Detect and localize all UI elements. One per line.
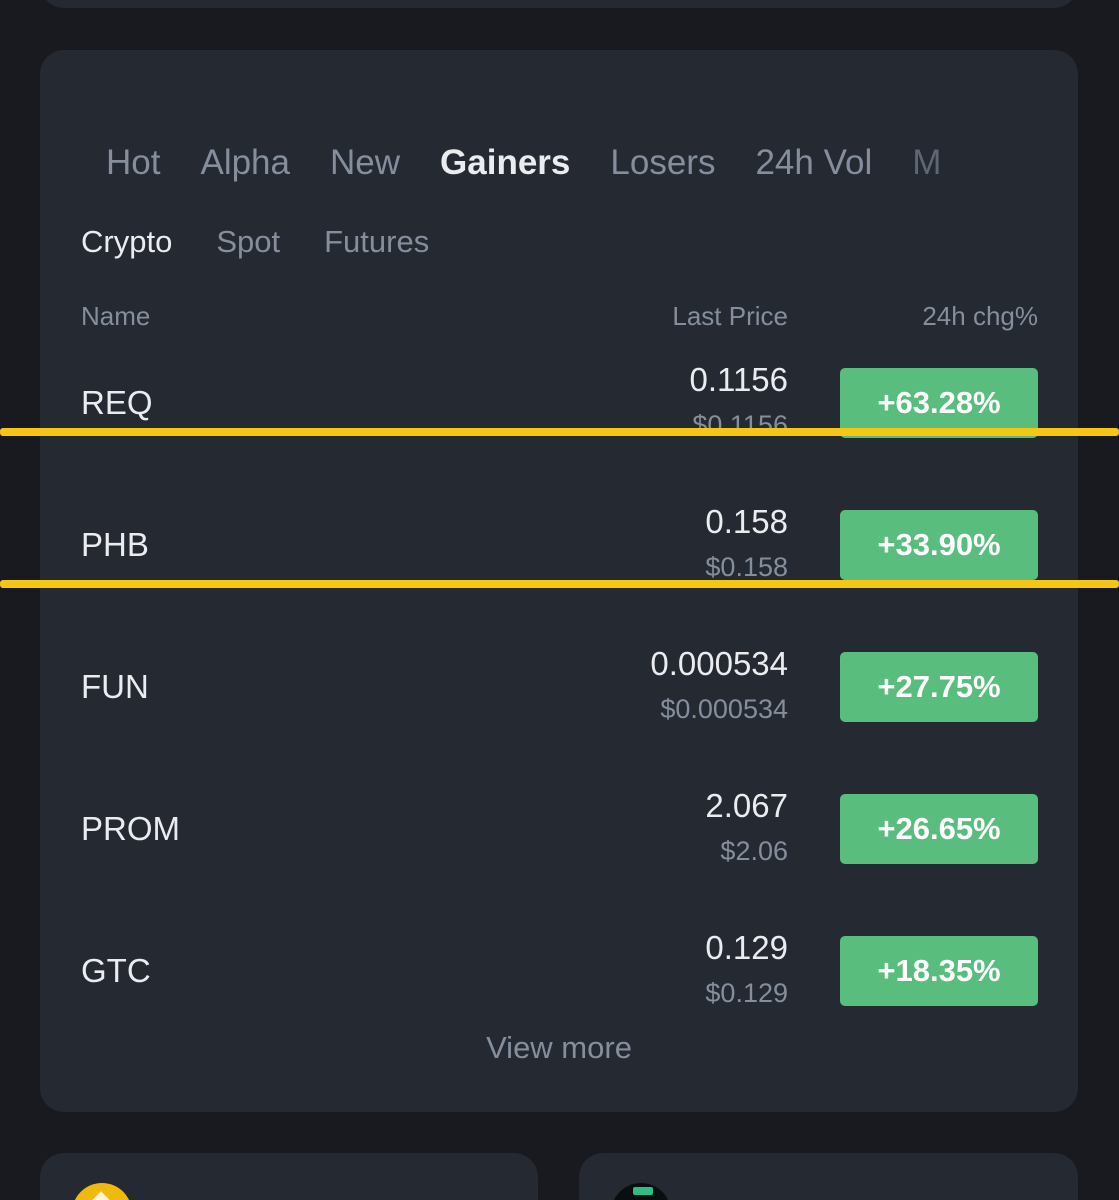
column-header-last-price: Last Price — [672, 301, 788, 331]
table-row[interactable]: FUN 0.000534 $0.000534 +27.75% — [40, 622, 1078, 764]
top-card — [40, 0, 1078, 8]
table-row[interactable]: REQ 0.1156 $0.1156 +63.28% — [40, 338, 1078, 480]
row-last-price: 0.129 — [705, 929, 788, 966]
row-usd-price: $0.000534 — [660, 694, 788, 724]
app-badge-icon — [611, 1183, 671, 1200]
row-last-price: 2.067 — [705, 787, 788, 824]
highlight-line-top — [0, 428, 1119, 436]
subtab-crypto[interactable]: Crypto — [81, 220, 172, 264]
row-symbol: PHB — [81, 526, 149, 563]
tabs-fade-overlay — [1000, 130, 1078, 200]
column-header-name: Name — [81, 301, 151, 331]
row-last-price: 0.000534 — [650, 645, 788, 682]
tab-alpha[interactable]: Alpha — [200, 138, 290, 188]
row-last-price: 0.158 — [705, 503, 788, 540]
row-usd-price: $0.1156 — [692, 410, 788, 440]
row-usd-price: $0.158 — [705, 552, 788, 582]
row-symbol: REQ — [81, 384, 153, 421]
main-tabs: Hot Alpha New Gainers Losers 24h Vol M — [106, 138, 1036, 188]
row-usd-price: $2.06 — [720, 836, 788, 866]
row-usd-price: $0.129 — [705, 978, 788, 1008]
row-change-badge: +18.35% — [840, 936, 1038, 1006]
tab-more-truncated[interactable]: M — [912, 138, 941, 188]
bottom-card-left[interactable] — [40, 1153, 538, 1200]
view-more-link[interactable]: View more — [40, 1028, 1078, 1068]
row-change-badge: +26.65% — [840, 794, 1038, 864]
tab-new[interactable]: New — [330, 138, 400, 188]
bottom-card-right[interactable] — [579, 1153, 1078, 1200]
tab-losers[interactable]: Losers — [610, 138, 715, 188]
tab-hot[interactable]: Hot — [106, 138, 160, 188]
tab-gainers[interactable]: Gainers — [440, 138, 570, 188]
tab-24h-vol[interactable]: 24h Vol — [755, 138, 872, 188]
row-change-badge: +27.75% — [840, 652, 1038, 722]
subtab-spot[interactable]: Spot — [216, 220, 280, 264]
subtab-futures[interactable]: Futures — [324, 220, 429, 264]
bnb-coin-icon — [72, 1183, 132, 1200]
row-last-price: 0.1156 — [689, 361, 788, 398]
row-symbol: FUN — [81, 668, 149, 705]
row-symbol: GTC — [81, 952, 151, 989]
table-row[interactable]: PROM 2.067 $2.06 +26.65% — [40, 764, 1078, 906]
highlight-line-bottom — [0, 580, 1119, 588]
table-row[interactable]: PHB 0.158 $0.158 +33.90% — [40, 480, 1078, 622]
column-header-change[interactable]: 24h chg% — [922, 300, 1038, 332]
row-symbol: PROM — [81, 810, 180, 847]
table-row[interactable]: GTC 0.129 $0.129 +18.35% — [40, 906, 1078, 1048]
row-change-badge: +33.90% — [840, 510, 1038, 580]
sub-tabs: Crypto Spot Futures — [81, 220, 473, 264]
